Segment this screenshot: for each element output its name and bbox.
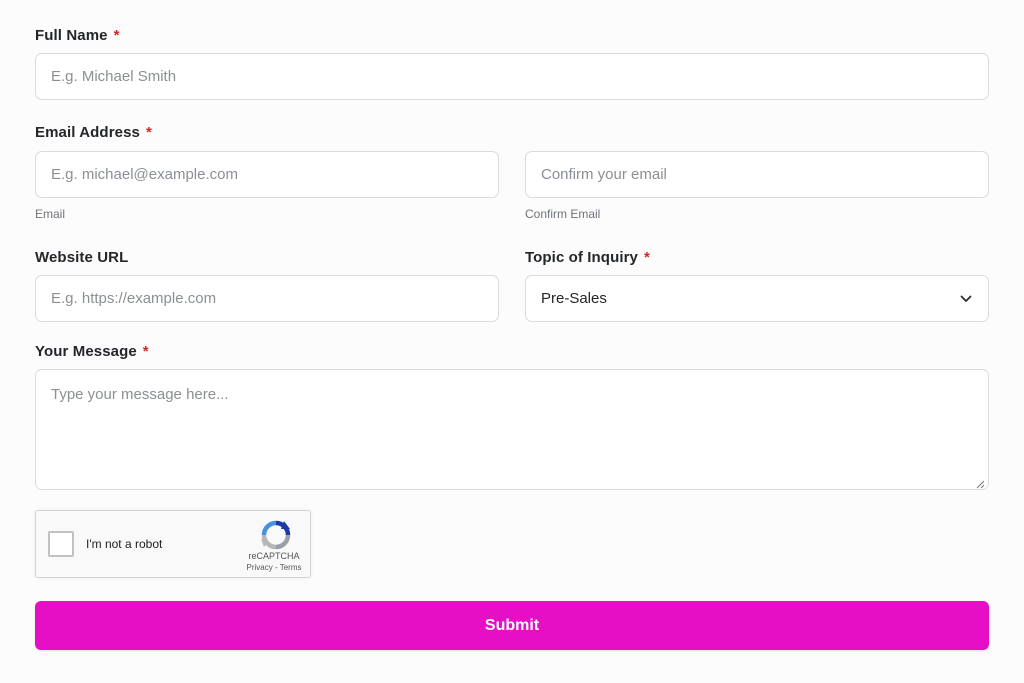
recaptcha-label: I'm not a robot [86,537,163,551]
chevron-down-icon [959,292,973,306]
full-name-label-text: Full Name [35,27,108,44]
submit-button[interactable]: Submit [35,601,989,650]
full-name-input[interactable] [35,53,989,100]
email-input[interactable] [35,151,499,198]
confirm-email-input[interactable] [525,151,989,198]
message-required-mark: * [142,343,149,360]
topic-selected-value: Pre-Sales [541,290,607,307]
email-helper-text: Email [35,207,66,221]
message-label-text: Your Message [35,343,137,360]
contact-form: Full Name * Email Address * Email Confirm … [35,0,989,683]
full-name-label: Full Name * [35,27,120,44]
email-label-text: Email Address [35,124,140,141]
full-name-required-mark: * [113,27,120,44]
message-textarea[interactable] [35,369,989,490]
website-label-text: Website URL [35,249,129,266]
recaptcha-links: Privacy - Terms [239,563,309,572]
recaptcha-widget: I'm not a robot reCAPTCHA Privacy - Term… [35,510,311,578]
recaptcha-checkbox[interactable] [48,531,74,557]
recaptcha-terms-link[interactable]: Terms [280,563,302,572]
website-input[interactable] [35,275,499,322]
website-label: Website URL [35,249,128,266]
email-required-mark: * [145,124,152,141]
email-label: Email Address * [35,124,152,141]
recaptcha-links-separator: - [272,563,280,572]
topic-label: Topic of Inquiry * [525,249,650,266]
topic-select[interactable]: Pre-Sales [525,275,989,322]
recaptcha-brand-text: reCAPTCHA [248,551,300,561]
recaptcha-privacy-link[interactable]: Privacy [247,563,273,572]
topic-label-text: Topic of Inquiry [525,249,638,266]
confirm-email-helper-text: Confirm Email [525,207,601,221]
resize-handle-icon[interactable] [975,476,985,489]
topic-required-mark: * [643,249,650,266]
recaptcha-logo-icon [260,519,292,551]
message-label: Your Message * [35,343,149,360]
